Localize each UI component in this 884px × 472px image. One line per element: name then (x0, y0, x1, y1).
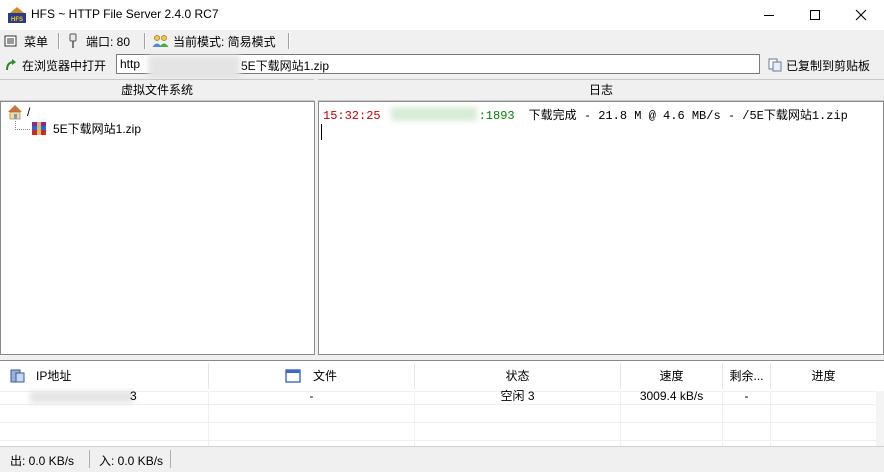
copied-to-clipboard-button[interactable]: 已复制到剪贴板 (768, 54, 870, 76)
cell-progress (771, 387, 876, 405)
vfs-root[interactable]: / (27, 105, 30, 119)
app-icon-text: HFS (11, 17, 23, 23)
window-title: HFS ~ HTTP File Server 2.4.0 RC7 (31, 7, 219, 21)
open-in-browser-button[interactable]: 在浏览器中打开 (4, 54, 106, 76)
minimize-icon (764, 15, 774, 16)
port-label: 端口: 80 (86, 34, 131, 49)
status-separator (170, 450, 171, 468)
redacted-ip (391, 107, 477, 121)
log-header: 日志 (318, 79, 884, 101)
close-icon (855, 9, 867, 21)
home-icon (8, 105, 22, 120)
column-speed[interactable]: 速度 (621, 363, 723, 389)
cell-file: - (309, 389, 314, 403)
mode-label: 当前模式: 简易模式 (173, 34, 276, 49)
connections-table[interactable]: IP地址 文件 状态 速度 剩余... 进度 3 - 空闲 3 3009.4 k… (0, 360, 884, 447)
column-ip[interactable]: IP地址 (0, 363, 209, 389)
minimize-button[interactable] (746, 0, 792, 30)
mode-button[interactable]: 当前模式: 简易模式 (152, 30, 276, 52)
column-file[interactable]: 文件 (209, 363, 415, 389)
status-separator (89, 450, 90, 468)
log-message: 下载完成 - 21.8 M @ 4.6 MB/s - /5E下载网站1.zip (528, 109, 848, 123)
vfs-tree[interactable]: / 5E下载网站1.zip (0, 101, 315, 355)
rar-archive-icon (32, 121, 46, 135)
menu-icon (4, 35, 17, 47)
column-progress[interactable]: 进度 (771, 363, 876, 389)
close-button[interactable] (838, 0, 884, 30)
tree-connector (15, 129, 30, 131)
column-remaining[interactable]: 剩余... (723, 363, 771, 389)
maximize-icon (810, 10, 820, 20)
cell-remaining: - (744, 389, 749, 403)
redacted-ip (30, 391, 134, 403)
cell-ip: 3 (130, 389, 137, 403)
vfs-file-item[interactable]: 5E下载网站1.zip (31, 120, 141, 137)
log-area[interactable]: 15:32:25 :1893 下载完成 - 21.8 M @ 4.6 MB/s - … (318, 101, 884, 355)
log-time: 15:32:25 (323, 109, 381, 123)
column-ip-label: IP地址 (36, 369, 72, 383)
vfs-header: 虚拟文件系统 (0, 79, 314, 101)
open-in-browser-label: 在浏览器中打开 (22, 58, 107, 73)
log-port: :1893 (478, 109, 515, 123)
menu-label: 菜单 (24, 34, 49, 49)
url-suffix: 5E下载网站1.zip (241, 59, 330, 73)
status-bar: 出: 0.0 KB/s 入: 0.0 KB/s (0, 446, 884, 472)
cell-status: 空闲 3 (500, 389, 535, 403)
redacted-url (148, 55, 240, 79)
vfs-file-name: 5E下载网站1.zip (53, 122, 142, 136)
row-divider (0, 440, 884, 441)
url-prefix: http (120, 57, 141, 71)
server-icon (10, 369, 25, 383)
plug-icon (69, 33, 77, 48)
toolbar: 菜单 端口: 80 当前模式: 简易模式 (0, 30, 884, 53)
window-icon (285, 369, 301, 383)
cell-speed: 3009.4 kB/s (639, 389, 704, 403)
copied-label: 已复制到剪贴板 (786, 58, 871, 73)
text-cursor (321, 124, 322, 140)
column-file-label: 文件 (313, 369, 338, 383)
toolbar-separator (58, 33, 59, 49)
toolbar-separator (288, 33, 289, 49)
go-arrow-icon (6, 59, 16, 71)
toolbar-separator (144, 33, 145, 49)
clipboard-icon (768, 58, 782, 72)
out-speed: 出: 0.0 KB/s (10, 454, 75, 468)
table-row[interactable]: 3 - 空闲 3 3009.4 kB/s - (0, 387, 884, 405)
column-status[interactable]: 状态 (415, 363, 621, 389)
maximize-button[interactable] (792, 0, 838, 30)
url-row: 在浏览器中打开 http 5E下载网站1.zip 已复制到剪贴板 (0, 52, 884, 79)
hfs-app-icon: HFS (8, 6, 26, 23)
port-button[interactable]: 端口: 80 (66, 30, 130, 52)
table-scrollbar[interactable] (876, 391, 884, 447)
row-divider (0, 422, 884, 423)
title-bar: HFS HFS ~ HTTP File Server 2.4.0 RC7 (0, 0, 884, 30)
menu-button[interactable]: 菜单 (4, 30, 48, 52)
in-speed: 入: 0.0 KB/s (99, 454, 164, 468)
users-icon (152, 35, 169, 47)
